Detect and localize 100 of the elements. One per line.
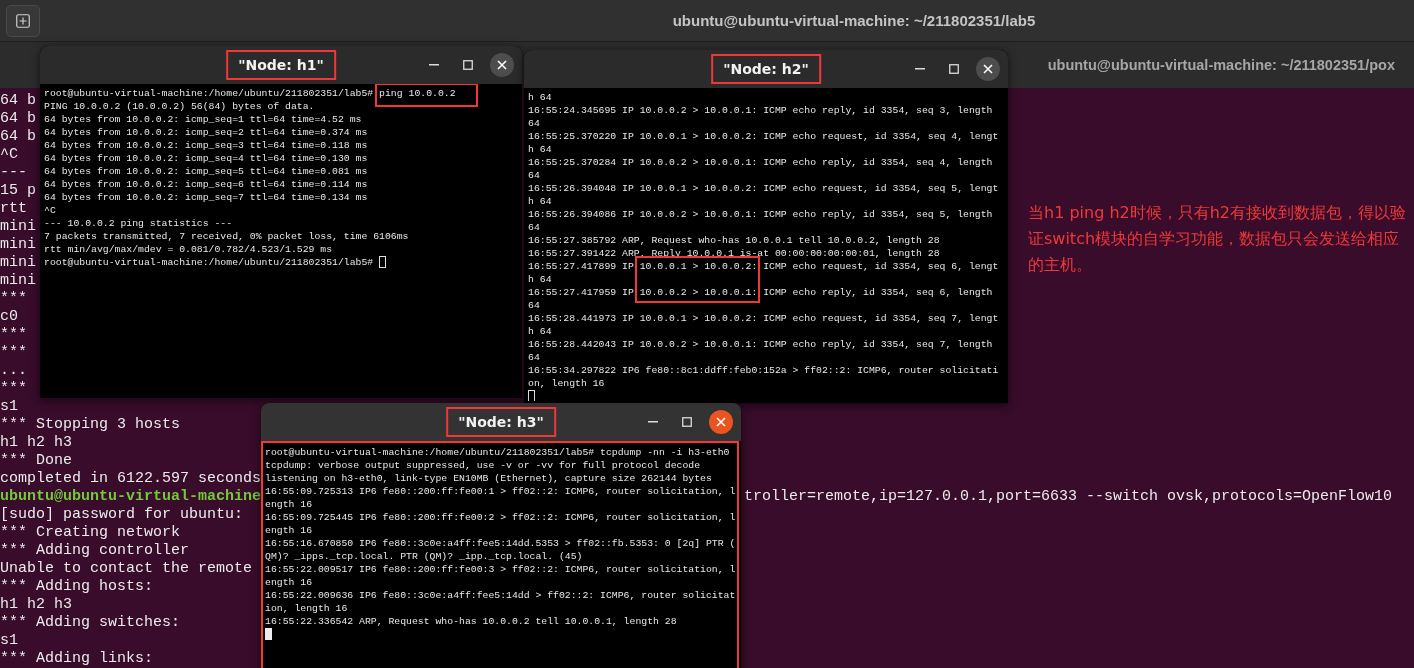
terminal-line: 64 bytes from 10.0.0.2: icmp_seq=7 ttl=64 time=0.134 ms bbox=[44, 191, 368, 204]
terminal-line: PING 10.0.0.2 (10.0.0.2) 56(84) bytes of data. bbox=[44, 100, 315, 113]
minimize-icon bbox=[429, 64, 439, 66]
terminal-line: 64 bbox=[528, 169, 540, 182]
terminal-line: [sudo] password for ubuntu: bbox=[0, 506, 244, 524]
terminal-line: on, length 16 bbox=[528, 377, 605, 390]
terminal-line: 16:55:09.725313 IP6 fe80::200:ff:fe00:1 > ff02::2: ICMP6, router solicitation, l bbox=[265, 485, 736, 498]
terminal-line: s1 bbox=[0, 632, 18, 650]
terminal-line: completed in 6122.597 seconds bbox=[0, 470, 262, 488]
terminal-line: ^C bbox=[44, 204, 56, 217]
terminal-line: root@ubuntu-virtual-machine:/home/ubuntu/211802351/lab5# ping 10.0.0.2 bbox=[44, 87, 456, 100]
terminal-line: 7 packets transmitted, 7 received, 0% packet loss, time 6106ms bbox=[44, 230, 409, 243]
minimize-icon bbox=[648, 421, 658, 423]
terminal-line: 16:55:27.385792 ARP, Request who-has 10.0.0.1 tell 10.0.0.2, length 28 bbox=[528, 234, 940, 247]
close-icon bbox=[497, 60, 507, 70]
terminal-line: 64 b bbox=[0, 110, 36, 128]
terminal-line: 16:55:22.009517 IP6 fe80::200:ff:fe00:3 > ff02::2: ICMP6, router solicitation, l bbox=[265, 563, 736, 576]
terminal-line: 16:55:26.394048 IP 10.0.0.1 > 10.0.0.2: ICMP echo request, id 3354, seq 5, lengt bbox=[528, 182, 999, 195]
terminal-line: 16:55:34.297822 IP6 fe80::8c1:ddff:feb0:152a > ff02::2: ICMP6, router solicitati bbox=[528, 364, 999, 377]
new-tab-icon bbox=[16, 13, 30, 28]
maximize-icon bbox=[463, 60, 473, 70]
terminal-line: h 64 bbox=[528, 143, 552, 156]
terminal-line: *** Adding links: bbox=[0, 650, 154, 668]
terminal-line: 16:55:22.336542 ARP, Request who-has 10.0.0.2 tell 10.0.0.1, length 28 bbox=[265, 615, 677, 628]
terminal-line: mini bbox=[0, 272, 36, 290]
terminal-line: 64 bbox=[528, 299, 540, 312]
terminal-line: *** Stopping 3 hosts bbox=[0, 416, 181, 434]
terminal-line: 64 bytes from 10.0.0.2: icmp_seq=1 ttl=64 time=4.52 ms bbox=[44, 113, 362, 126]
terminal-line: 16:55:27.417959 IP 10.0.0.2 > 10.0.0.1: ICMP echo reply, id 3354, seq 6, length bbox=[528, 286, 993, 299]
close-icon bbox=[716, 417, 726, 427]
terminal-line: 64 bytes from 10.0.0.2: icmp_seq=6 ttl=64 time=0.114 ms bbox=[44, 178, 368, 191]
terminal-line: 16:55:22.009636 IP6 fe80::3c0e:a4ff:fee5:14dd > ff02::2: ICMP6, router solicitat bbox=[265, 589, 736, 602]
terminal-line: mini bbox=[0, 236, 36, 254]
window-title: "Node: h3" bbox=[446, 407, 556, 437]
terminal-line: --- bbox=[0, 164, 27, 182]
terminal-line: c0 bbox=[0, 308, 18, 326]
terminal-line: 15 p bbox=[0, 182, 36, 200]
terminal-line: --- 10.0.0.2 ping statistics --- bbox=[44, 217, 233, 230]
terminal-line: 64 b bbox=[0, 128, 36, 146]
terminal-line: s1 bbox=[0, 398, 18, 416]
terminal-line: rtt bbox=[0, 200, 27, 218]
terminal-line: ... bbox=[0, 362, 27, 380]
terminal-line: mini bbox=[0, 254, 36, 272]
new-tab-button[interactable] bbox=[6, 4, 40, 37]
terminal-line: 16:55:09.725445 IP6 fe80::200:ff:fe00:2 > ff02::2: ICMP6, router solicitation, l bbox=[265, 511, 736, 524]
terminal-line: *** Adding hosts: bbox=[0, 578, 154, 596]
terminal-line: ^C bbox=[0, 146, 18, 164]
terminal-line: tcpdump: verbose output suppressed, use -v or -vv for full protocol decode bbox=[265, 459, 701, 472]
terminal-line: *** bbox=[0, 326, 27, 344]
terminal-line: 64 bytes from 10.0.0.2: icmp_seq=3 ttl=64 time=0.118 ms bbox=[44, 139, 368, 152]
terminal-line: 16:55:16.670850 IP6 fe80::3c0e:a4ff:fee5:14dd.5353 > ff02::fb.5353: 0 [2q] PTR ( bbox=[265, 537, 736, 550]
window-title: "Node: h2" bbox=[711, 54, 821, 84]
terminal-line: *** Creating network bbox=[0, 524, 181, 542]
maximize-icon bbox=[949, 64, 959, 74]
terminal-line: ion, length 16 bbox=[265, 602, 348, 615]
terminal-line: ength 16 bbox=[265, 524, 313, 537]
terminal-line: h 64 bbox=[528, 91, 552, 104]
terminal-line: h 64 bbox=[528, 195, 552, 208]
minimize-icon bbox=[915, 68, 925, 70]
terminal-line: h 64 bbox=[528, 273, 552, 286]
terminal-line: troller=remote,ip=127.0.0.1,port=6633 --switch ovsk,protocols=OpenFlow10 bbox=[743, 488, 1392, 506]
maximize-icon bbox=[682, 417, 692, 427]
terminal-line: 64 bbox=[528, 117, 540, 130]
tab-title[interactable]: ubuntu@ubuntu-virtual-machine: ~/211802351/pox bbox=[1047, 57, 1395, 73]
terminal-line: root@ubuntu-virtual-machine:/home/ubuntu/211802351/lab5# tcpdump -nn -i h3-eth0 bbox=[265, 446, 730, 459]
window-title: ubuntu@ubuntu-virtual-machine: ~/211802351/lab5 bbox=[671, 12, 1037, 29]
terminal-line: QM)? _ipps._tcp.local. PTR (QM)? _ipp._tcp.local. (45) bbox=[265, 550, 583, 563]
terminal-line: 16:55:28.442043 IP 10.0.0.2 > 10.0.0.1: ICMP echo reply, id 3354, seq 7, length bbox=[528, 338, 993, 351]
terminal-line: 64 bbox=[528, 221, 540, 234]
terminal-line: 16:55:25.370284 IP 10.0.0.2 > 10.0.0.1: ICMP echo reply, id 3354, seq 4, length bbox=[528, 156, 993, 169]
terminal-line: rtt min/avg/max/mdev = 0.081/0.782/4.523/1.529 ms bbox=[44, 243, 333, 256]
close-button[interactable] bbox=[976, 57, 1000, 81]
terminal-line: h 64 bbox=[528, 325, 552, 338]
terminal-line: 16:55:25.370220 IP 10.0.0.1 > 10.0.0.2: ICMP echo request, id 3354, seq 4, lengt bbox=[528, 130, 999, 143]
terminal-line: 64 bytes from 10.0.0.2: icmp_seq=5 ttl=64 time=0.081 ms bbox=[44, 165, 368, 178]
terminal-line: 64 bytes from 10.0.0.2: icmp_seq=4 ttl=64 time=0.130 ms bbox=[44, 152, 368, 165]
close-button[interactable] bbox=[490, 53, 514, 77]
terminal-line: h1 h2 h3 bbox=[0, 434, 72, 452]
annotation-text: 当h1 ping h2时候，只有h2有接收到数据包，得以验证switch模块的自学习功能，数据包只会发送给相应的主机。 bbox=[1028, 202, 1408, 276]
terminal-line: root@ubuntu-virtual-machine:/home/ubuntu/211802351/lab5# bbox=[44, 256, 374, 269]
terminal-line: 16:55:24.345695 IP 10.0.0.2 > 10.0.0.1: ICMP echo reply, id 3354, seq 3, length bbox=[528, 104, 993, 117]
terminal-line: 64 bytes from 10.0.0.2: icmp_seq=2 ttl=64 time=0.374 ms bbox=[44, 126, 368, 139]
terminal-line: 16:55:27.417899 IP 10.0.0.1 > 10.0.0.2: ICMP echo request, id 3354, seq 6, lengt bbox=[528, 260, 999, 273]
terminal-line: 16:55:28.441973 IP 10.0.0.1 > 10.0.0.2: ICMP echo request, id 3354, seq 7, lengt bbox=[528, 312, 999, 325]
terminal-line: *** bbox=[0, 290, 27, 308]
terminal-line: *** bbox=[0, 380, 27, 398]
terminal-line: ength 16 bbox=[265, 576, 313, 589]
terminal-line: ubuntu@ubuntu-virtual-machine bbox=[0, 488, 262, 506]
terminal-line: h1 h2 h3 bbox=[0, 596, 72, 614]
window-title: "Node: h1" bbox=[226, 50, 336, 80]
terminal-line: *** Adding controller bbox=[0, 542, 190, 560]
terminal-line: 16:55:26.394086 IP 10.0.0.2 > 10.0.0.1: ICMP echo reply, id 3354, seq 5, length bbox=[528, 208, 993, 221]
close-button[interactable] bbox=[709, 410, 733, 434]
terminal-line: listening on h3-eth0, link-type EN10MB (Ethernet), capture size 262144 bytes bbox=[265, 472, 712, 485]
close-icon bbox=[983, 64, 993, 74]
terminal-line: *** bbox=[0, 344, 27, 362]
terminal-line: *** Adding switches: bbox=[0, 614, 181, 632]
terminal-line: 64 bbox=[528, 351, 540, 364]
terminal-line: 64 b bbox=[0, 92, 36, 110]
terminal-line: Unable to contact the remote bbox=[0, 560, 253, 578]
